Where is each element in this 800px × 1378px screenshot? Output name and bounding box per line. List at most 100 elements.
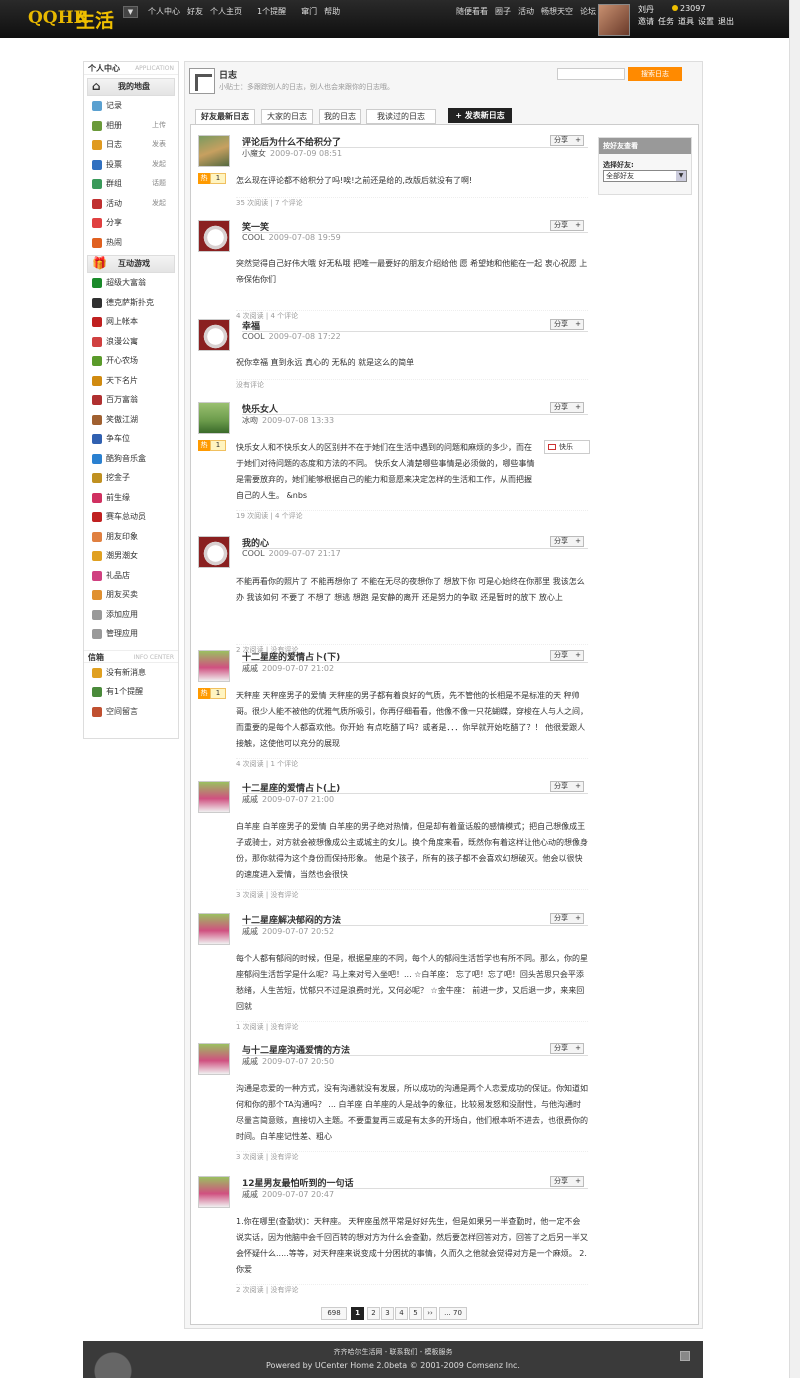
entry-title[interactable]: 幸福 <box>242 319 588 332</box>
entry-author[interactable]: COOL <box>242 233 265 242</box>
entry-author[interactable]: 冰吻 <box>242 416 258 425</box>
share-button[interactable]: 分享 <box>550 650 584 661</box>
sidebar-game-item[interactable]: 浪漫公寓 <box>84 332 178 352</box>
search-input[interactable] <box>557 68 625 80</box>
sidebar-myspace-item-action[interactable]: 发表 <box>152 135 166 154</box>
nav-personal-center[interactable]: 个人中心 <box>148 7 180 16</box>
entry-title[interactable]: 评论后为什么不给积分了 <box>242 135 588 148</box>
sidebar-game-item[interactable]: 争车位 <box>84 429 178 449</box>
share-button[interactable]: 分享 <box>550 1043 584 1054</box>
nav-homepage[interactable]: 个人主页 <box>210 7 242 16</box>
entry-author[interactable]: 小魔女 <box>242 149 266 158</box>
sidebar-head-games[interactable]: 🎁 互动游戏 <box>87 255 175 273</box>
sidebar-game-item[interactable]: 赛车总动员 <box>84 507 178 527</box>
sidebar-myspace-item[interactable]: 相册 上传 <box>84 116 178 136</box>
sidebar-myspace-item-action[interactable]: 发起 <box>152 194 166 213</box>
entry-author[interactable]: COOL <box>242 332 265 341</box>
author-avatar[interactable] <box>198 1043 230 1075</box>
tab-friends-blogs[interactable]: 好友最新日志 <box>195 109 255 125</box>
sidebar-game-item[interactable]: 开心农场 <box>84 351 178 371</box>
sidebar-game-item[interactable]: 潮男潮女 <box>84 546 178 566</box>
sidebar-myspace-item-action[interactable]: 话题 <box>152 174 166 193</box>
page-link[interactable]: 5 <box>409 1307 422 1320</box>
sidebar-game-item[interactable]: 朋友买卖 <box>84 585 178 605</box>
entry-author[interactable]: 戚戚 <box>242 927 258 936</box>
sidebar-game-item[interactable]: 挖金子 <box>84 468 178 488</box>
page-link[interactable]: ›› <box>423 1307 437 1320</box>
author-avatar[interactable] <box>198 913 230 945</box>
page-link[interactable]: 2 <box>367 1307 380 1320</box>
sidebar-game-item[interactable]: 添加应用 <box>84 605 178 625</box>
nav-random[interactable]: 随便看看 <box>456 7 488 16</box>
sidebar-myspace-item[interactable]: 群组 话题 <box>84 174 178 194</box>
entry-title[interactable]: 我的心 <box>242 536 588 549</box>
entry-title[interactable]: 十二星座解决郁闷的方法 <box>242 913 588 926</box>
publish-blog-button[interactable]: + 发表新日志 <box>448 108 512 123</box>
nav-sky[interactable]: 畅想天空 <box>541 7 573 16</box>
nav-visit[interactable]: 窜门 <box>301 7 317 16</box>
user-name[interactable]: 刘丹 <box>638 4 654 15</box>
link-logout[interactable]: 退出 <box>718 17 734 26</box>
nav-forum[interactable]: 论坛 <box>580 7 596 16</box>
share-button[interactable]: 分享 <box>550 319 584 330</box>
entry-author[interactable]: 戚戚 <box>242 1057 258 1066</box>
entry-title[interactable]: 笑一笑 <box>242 220 588 233</box>
sidebar-inbox-item[interactable]: 空间留言 <box>84 702 178 722</box>
author-avatar[interactable] <box>198 220 230 252</box>
sidebar-inbox-item[interactable]: 有1个提醒 <box>84 682 178 702</box>
sidebar-inbox-item[interactable]: 没有新消息 <box>84 663 178 683</box>
entry-author[interactable]: 戚戚 <box>242 664 258 673</box>
entry-title[interactable]: 十二星座的爱情占卜(上) <box>242 781 588 794</box>
sidebar-game-item[interactable]: 礼品店 <box>84 566 178 586</box>
sidebar-game-item[interactable]: 前生缘 <box>84 488 178 508</box>
page-link[interactable]: 3 <box>381 1307 394 1320</box>
share-button[interactable]: 分享 <box>550 781 584 792</box>
sidebar-game-item[interactable]: 酷狗音乐盒 <box>84 449 178 469</box>
share-button[interactable]: 分享 <box>550 913 584 924</box>
tab-my-blogs[interactable]: 我的日志 <box>319 109 361 124</box>
sidebar-myspace-item[interactable]: 分享 <box>84 213 178 233</box>
page-link[interactable]: 698 <box>321 1307 347 1320</box>
sidebar-game-item[interactable]: 管理应用 <box>84 624 178 644</box>
nav-reminder[interactable]: 1个提醒 <box>257 7 286 16</box>
page-link[interactable]: 1 <box>351 1307 364 1320</box>
user-avatar[interactable] <box>598 4 630 36</box>
site-logo[interactable]: QQHR 生活 <box>28 6 116 33</box>
author-avatar[interactable] <box>198 650 230 682</box>
sidebar-game-item[interactable]: 超级大富翁 <box>84 273 178 293</box>
entry-title[interactable]: 与十二星座沟通爱情的方法 <box>242 1043 588 1056</box>
sidebar-myspace-item[interactable]: 投票 发起 <box>84 155 178 175</box>
sidebar-myspace-item[interactable]: 热闹 <box>84 233 178 253</box>
share-button[interactable]: 分享 <box>550 1176 584 1187</box>
author-avatar[interactable] <box>198 781 230 813</box>
entry-author[interactable]: 戚戚 <box>242 795 258 804</box>
friends-select[interactable]: 全部好友 ▼ <box>603 170 687 182</box>
nav-friends[interactable]: 好友 <box>187 7 203 16</box>
sidebar-game-item[interactable]: 笑傲江湖 <box>84 410 178 430</box>
sidebar-myspace-item-action[interactable]: 发起 <box>152 155 166 174</box>
author-avatar[interactable] <box>198 319 230 351</box>
link-invite[interactable]: 邀请 <box>638 17 654 26</box>
link-tasks[interactable]: 任务 <box>658 17 674 26</box>
share-button[interactable]: 分享 <box>550 536 584 547</box>
page-link[interactable]: ... 70 <box>439 1307 467 1320</box>
sidebar-game-item[interactable]: 天下名片 <box>84 371 178 391</box>
nav-help[interactable]: 帮助 <box>324 7 340 16</box>
back-to-top-icon[interactable] <box>680 1351 690 1361</box>
entry-title[interactable]: 十二星座的爱情占卜(下) <box>242 650 588 663</box>
entry-title[interactable]: 12星男友最怕听到的一句话 <box>242 1176 588 1189</box>
link-settings[interactable]: 设置 <box>698 17 714 26</box>
sidebar-game-item[interactable]: 百万富翁 <box>84 390 178 410</box>
share-button[interactable]: 分享 <box>550 135 584 146</box>
share-button[interactable]: 分享 <box>550 402 584 413</box>
sidebar-game-item[interactable]: 朋友印象 <box>84 527 178 547</box>
sidebar-myspace-item[interactable]: 活动 发起 <box>84 194 178 214</box>
tab-all-blogs[interactable]: 大家的日志 <box>261 109 313 124</box>
menu-dropdown-icon[interactable]: ▼ <box>123 6 138 18</box>
sidebar-game-item[interactable]: 网上帐本 <box>84 312 178 332</box>
sidebar-game-item[interactable]: 德克萨斯扑克 <box>84 293 178 313</box>
footer-links[interactable]: 齐齐哈尔生活网 - 联系我们 - 模板服务 <box>83 1347 703 1357</box>
sidebar-myspace-item[interactable]: 日志 发表 <box>84 135 178 155</box>
nav-activity[interactable]: 活动 <box>518 7 534 16</box>
share-button[interactable]: 分享 <box>550 220 584 231</box>
